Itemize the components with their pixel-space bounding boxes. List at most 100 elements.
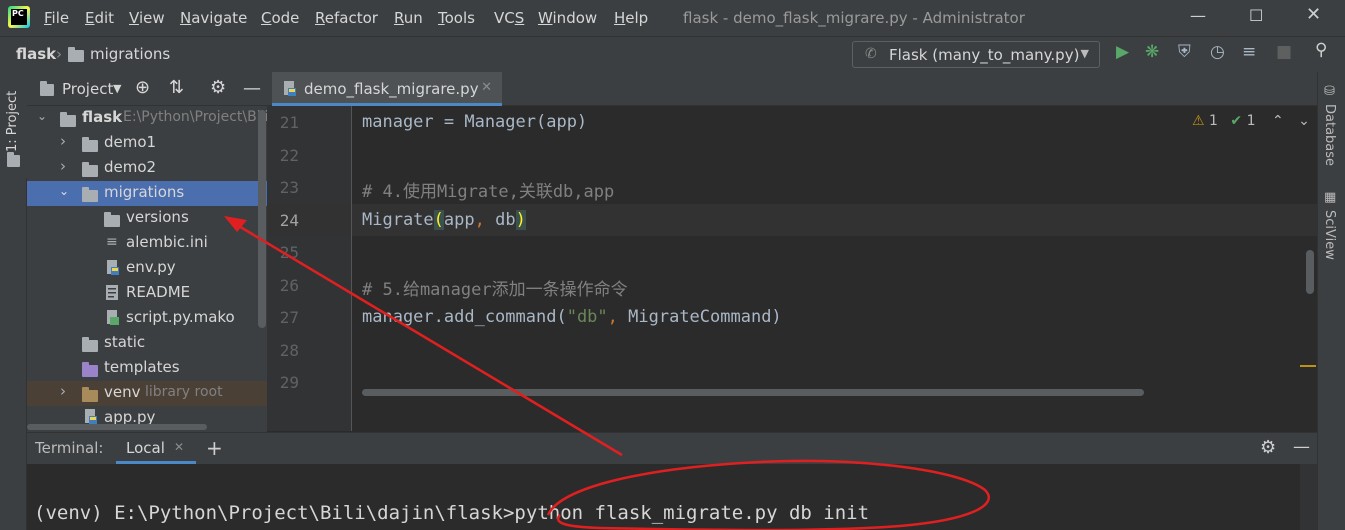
chevron-up-icon[interactable]: ⌃ <box>1272 113 1284 129</box>
project-view-icon <box>40 81 54 99</box>
menu-run[interactable]: Run <box>394 9 423 27</box>
menu-navigate[interactable]: Navigate <box>180 9 247 27</box>
line-number: 23 <box>279 178 299 197</box>
folder-icon <box>104 212 120 230</box>
menu-code[interactable]: Code <box>261 9 299 27</box>
code-line-current: Migrate(app, db) <box>362 210 526 230</box>
collapse-all-icon[interactable]: ⇅ <box>169 77 184 98</box>
menu-edit[interactable]: Edit <box>85 9 114 27</box>
database-tool-tab[interactable]: Database <box>1322 104 1337 166</box>
editor-horizontal-scrollbar[interactable] <box>362 389 1144 396</box>
tree-item-templates[interactable]: templates <box>27 356 267 381</box>
tree-item-demo1[interactable]: › demo1 <box>27 131 267 156</box>
code-editor[interactable] <box>352 106 1317 431</box>
run-icon[interactable]: ▶ <box>1116 42 1129 62</box>
line-number: 26 <box>279 276 299 295</box>
debug-icon[interactable]: ❋ <box>1145 42 1159 62</box>
project-tree-scrollbar[interactable] <box>258 110 266 328</box>
menu-window[interactable]: Window <box>538 9 597 27</box>
project-tree-horizontal-scrollbar[interactable] <box>27 424 267 430</box>
close-tab-icon[interactable]: ✕ <box>481 80 492 95</box>
window-title: flask - demo_flask_migrare.py - Administ… <box>683 9 1025 27</box>
tree-item-versions[interactable]: versions <box>27 206 267 231</box>
maximize-icon[interactable]: ☐ <box>1249 6 1263 25</box>
templates-folder-icon <box>82 362 98 380</box>
project-tab-folder-icon <box>7 152 20 170</box>
tree-item-demo2[interactable]: › demo2 <box>27 156 267 181</box>
line-number: 28 <box>279 341 299 360</box>
tree-item-alembic-ini[interactable]: ≡ alembic.ini <box>27 231 267 256</box>
menu-vcs[interactable]: VCS <box>494 9 524 27</box>
folder-icon <box>82 137 98 155</box>
code-line: manager.add_command("db", MigrateCommand… <box>362 307 782 327</box>
tree-item-venv[interactable]: › venv library root <box>27 381 267 406</box>
tree-item-label: versions <box>126 208 189 226</box>
minimize-icon[interactable]: — <box>1190 6 1206 25</box>
tree-item-migrations[interactable]: ⌄ migrations <box>27 181 267 206</box>
flask-config-icon: ✆ <box>865 46 877 62</box>
tree-item-hint: library root <box>145 384 223 400</box>
editor-tab-label: demo_flask_migrare.py <box>304 80 479 98</box>
folder-icon <box>82 162 98 180</box>
terminal-tab-label: Local <box>126 439 165 457</box>
terminal-command-line: (venv) E:\Python\Project\Bili\dajin\flas… <box>34 502 870 524</box>
gutter-divider <box>351 106 352 431</box>
ok-count: 1 <box>1246 113 1256 129</box>
tree-item-label: demo1 <box>104 133 157 151</box>
tree-item-label: templates <box>104 358 180 376</box>
project-view-title[interactable]: Project <box>62 80 113 98</box>
check-icon: ✔ <box>1230 113 1243 129</box>
run-configuration-select[interactable]: ✆ Flask (many_to_many.py) ▼ <box>852 41 1100 68</box>
left-tool-strip-lower <box>0 178 27 530</box>
menu-view[interactable]: View <box>129 9 165 27</box>
breadcrumb-root[interactable]: flask <box>16 45 56 63</box>
tree-item-static[interactable]: static <box>27 331 267 356</box>
profile-icon[interactable]: ◷ <box>1210 42 1225 62</box>
gear-icon[interactable]: ⚙ <box>1260 437 1276 458</box>
breadcrumb-child[interactable]: migrations <box>90 45 170 63</box>
terminal-title: Terminal: <box>35 439 104 457</box>
warning-stripe-marker[interactable] <box>1300 365 1316 367</box>
warning-count: 1 <box>1209 113 1218 129</box>
project-tool-tab[interactable]: 1: Project <box>5 82 22 152</box>
navigation-bar <box>0 36 1345 72</box>
menu-refactor[interactable]: Refactor <box>315 9 378 27</box>
search-icon[interactable]: ⚲ <box>1315 40 1327 60</box>
menu-mnemonic: F <box>44 9 52 27</box>
tree-item-label: flask <box>82 108 123 126</box>
concurrency-icon[interactable]: ≡ <box>1242 42 1256 62</box>
tree-item-app-py[interactable]: app.py <box>27 406 267 426</box>
menu-file[interactable]: File <box>44 9 69 27</box>
tree-item-env-py[interactable]: env.py <box>27 256 267 281</box>
tree-item-label: alembic.ini <box>126 233 208 251</box>
line-number: 22 <box>279 146 299 165</box>
new-terminal-tab-icon[interactable]: + <box>206 436 223 460</box>
tree-item-script-py-mako[interactable]: script.py.mako <box>27 306 267 331</box>
tree-item-flask[interactable]: ⌄ flask E:\Python\Project\Bili\dajin\fla… <box>27 106 267 131</box>
editor-tab-demo-flask-migrare[interactable]: demo_flask_migrare.py ✕ <box>272 72 502 106</box>
inspection-indicators[interactable]: ⚠ 1 ✔ 1 ⌃ ⌄ <box>1192 113 1310 129</box>
mako-file-icon <box>106 310 120 330</box>
tree-item-readme[interactable]: README <box>27 281 267 306</box>
locate-file-icon[interactable]: ⊕ <box>135 77 150 98</box>
chevron-right-icon: › <box>60 132 66 150</box>
terminal-tab-local[interactable]: Local ✕ <box>116 432 196 464</box>
stop-icon[interactable]: ■ <box>1276 42 1292 62</box>
line-number: 27 <box>279 308 299 327</box>
sciview-tool-tab[interactable]: SciView <box>1322 210 1337 260</box>
menu-mnemonic: W <box>538 9 553 27</box>
close-window-icon[interactable]: ✕ <box>1306 4 1321 25</box>
hide-panel-icon[interactable]: — <box>243 78 261 99</box>
terminal-scrollbar[interactable] <box>1300 464 1317 530</box>
close-tab-icon[interactable]: ✕ <box>174 440 184 454</box>
menu-mnemonic: N <box>180 9 192 27</box>
gear-icon[interactable]: ⚙ <box>210 77 226 98</box>
hide-panel-icon[interactable]: — <box>1293 437 1310 457</box>
coverage-icon[interactable]: ⛨ <box>1178 42 1191 62</box>
project-view-dropdown-icon[interactable]: ▼ <box>113 82 121 95</box>
editor-vertical-scrollbar[interactable] <box>1306 250 1314 294</box>
menu-tools[interactable]: Tools <box>438 9 475 27</box>
scrollbar-thumb[interactable] <box>27 424 207 430</box>
chevron-down-icon[interactable]: ⌄ <box>1298 113 1310 129</box>
menu-help[interactable]: Help <box>614 9 648 27</box>
